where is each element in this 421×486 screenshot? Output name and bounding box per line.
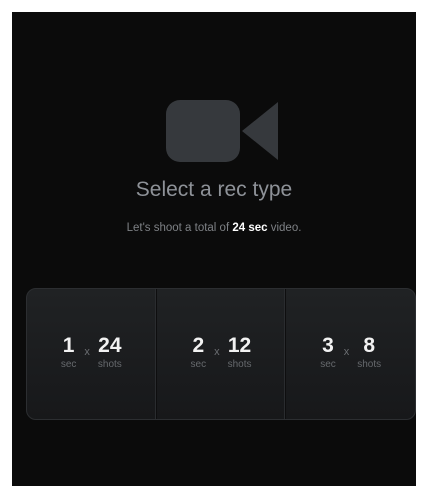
- seconds-value: 2: [192, 334, 205, 357]
- rec-type-option-1sec-24shots[interactable]: 1 sec x 24 shots: [27, 289, 157, 419]
- total-duration-value: 24 sec: [232, 222, 268, 234]
- rec-type-option-2sec-12shots[interactable]: 2 sec x 12 shots: [157, 289, 287, 419]
- subtitle-suffix: video.: [267, 222, 302, 234]
- rec-type-option-3sec-8shots[interactable]: 3 sec x 8 shots: [286, 289, 415, 419]
- seconds-unit: sec: [60, 359, 77, 370]
- seconds-value: 1: [62, 334, 75, 357]
- seconds-value: 3: [322, 334, 334, 357]
- page-title: Select a rec type: [135, 178, 293, 201]
- shots-value: 24: [98, 334, 122, 357]
- times-symbol: x: [84, 346, 90, 358]
- shots-value: 8: [363, 334, 376, 357]
- shots-unit: shots: [97, 359, 122, 370]
- shots-value: 12: [227, 334, 252, 357]
- shots-unit: shots: [227, 359, 252, 370]
- seconds-unit: sec: [320, 359, 336, 370]
- screen: Select a rec type Let's shoot a total of…: [12, 12, 416, 486]
- total-duration-text: Let's shoot a total of 24 sec video.: [12, 222, 416, 234]
- shots-unit: shots: [357, 359, 382, 370]
- subtitle-prefix: Let's shoot a total of: [126, 222, 233, 234]
- seconds-unit: sec: [190, 359, 207, 370]
- rec-type-options: 1 sec x 24 shots 2 sec x 12 shots 3 sec …: [26, 288, 416, 420]
- times-symbol: x: [343, 346, 350, 358]
- times-symbol: x: [214, 346, 220, 358]
- video-camera-icon: [166, 100, 278, 162]
